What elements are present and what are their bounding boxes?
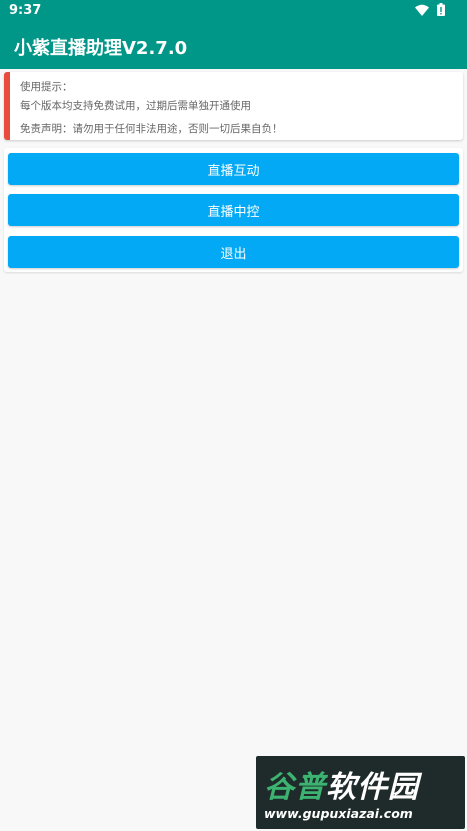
live-control-button[interactable]: 直播中控 <box>8 194 459 226</box>
live-interact-button[interactable]: 直播互动 <box>8 153 459 185</box>
exit-button[interactable]: 退出 <box>8 236 459 268</box>
button-panel: 直播互动 直播中控 退出 <box>4 148 463 272</box>
watermark-logo: 谷普软件园 www.gupuxiazai.com <box>256 756 465 829</box>
watermark-title-part2: 软件园 <box>326 770 419 805</box>
app-title: 小紫直播助理V2.7.0 <box>14 38 188 59</box>
tip-card: 使用提示： 每个版本均支持免费试用，过期后需单独开通使用 免责声明：请勿用于任何… <box>4 72 463 140</box>
tip-disclaimer: 免责声明：请勿用于任何非法用途，否则一切后果自负！ <box>20 123 283 135</box>
tip-heading: 使用提示： <box>20 81 73 93</box>
status-icons <box>415 3 445 16</box>
wifi-icon <box>415 4 429 16</box>
app-bar: 小紫直播助理V2.7.0 <box>0 22 467 69</box>
tip-trial-note: 每个版本均支持免费试用，过期后需单独开通使用 <box>20 100 251 112</box>
watermark-url: www.gupuxiazai.com <box>264 806 413 821</box>
tip-accent-bar <box>4 72 10 140</box>
watermark-title: 谷普软件园 <box>264 762 419 806</box>
watermark-title-part1: 谷普 <box>264 770 326 805</box>
status-bar: 9:37 <box>0 0 467 22</box>
status-time: 9:37 <box>9 3 42 18</box>
battery-icon <box>437 3 445 16</box>
